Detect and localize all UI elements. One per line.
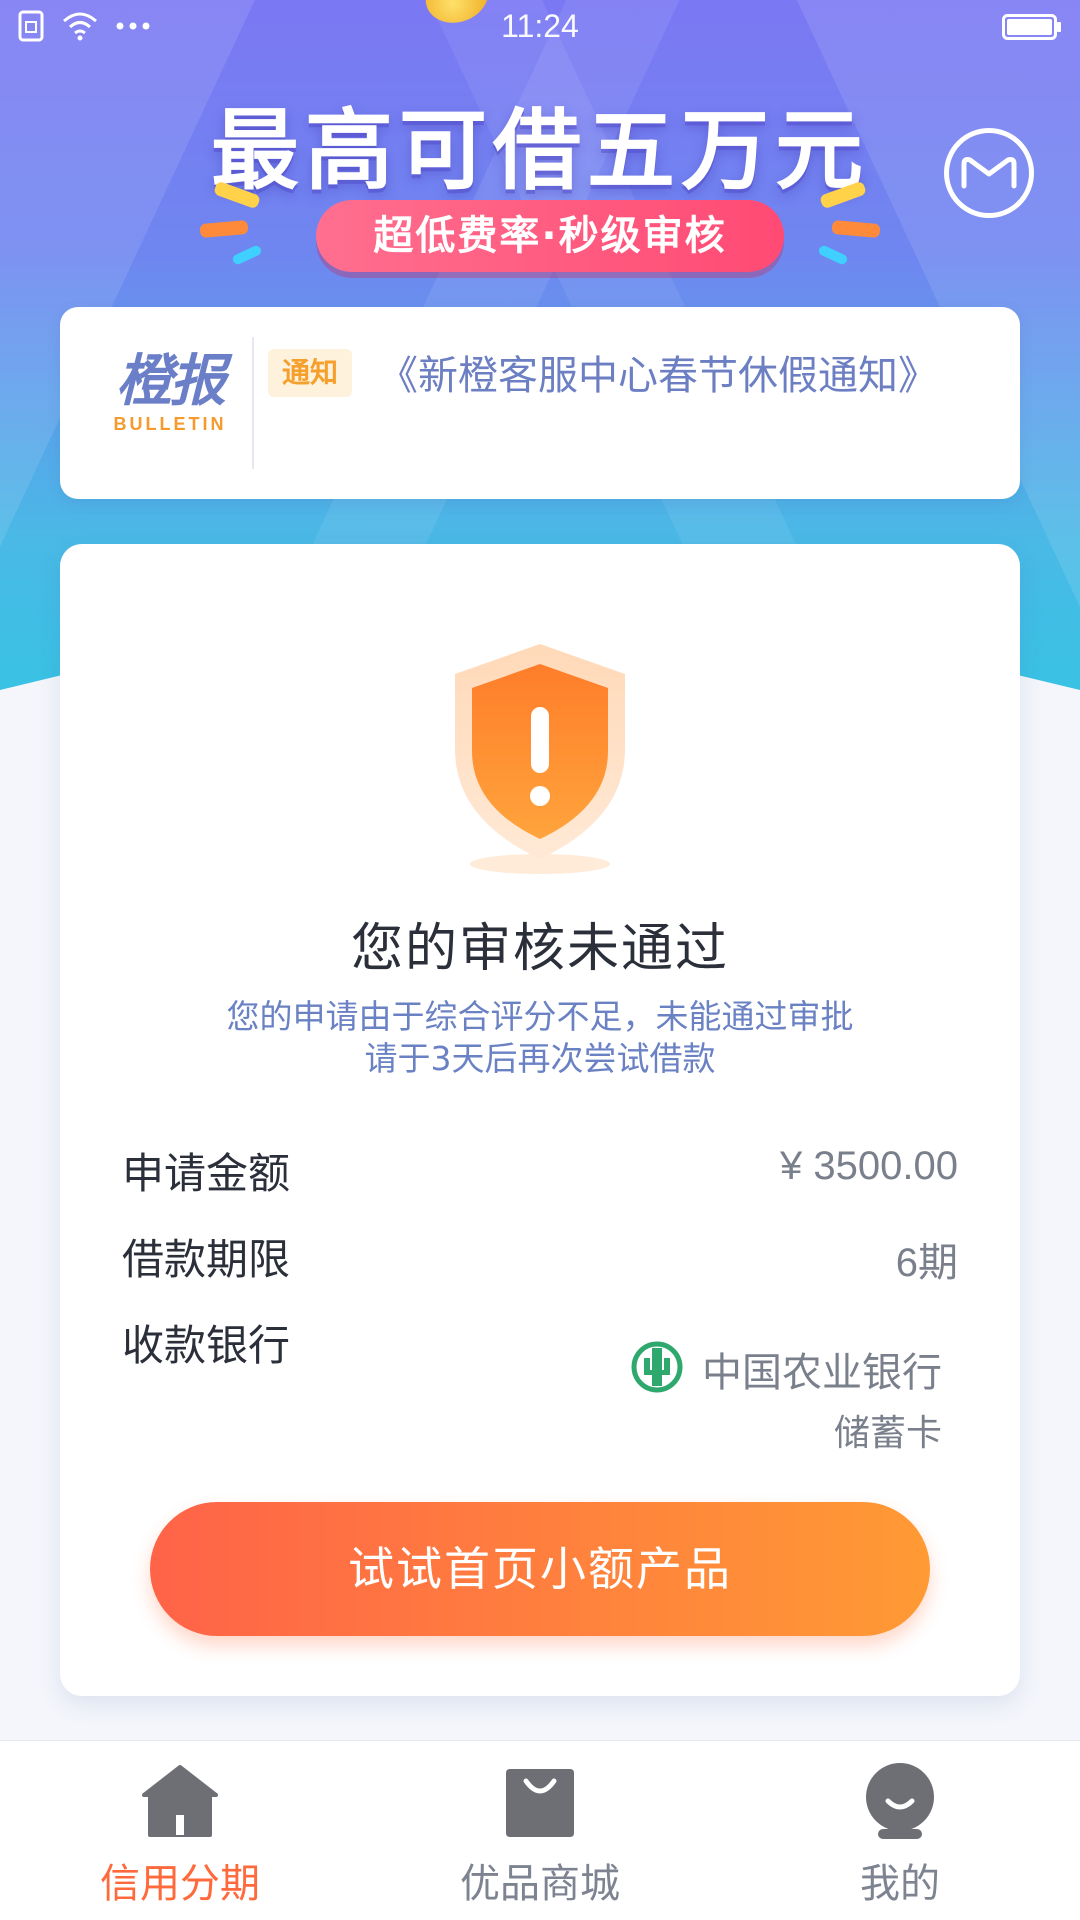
notice-link[interactable]: 《新橙客服中心春节休假通知》 [378,343,938,401]
result-title: 您的审核未通过 [350,919,729,979]
notice-tag: 通知 [268,349,352,397]
bulletin-logo-sub: BULLETIN [113,414,227,434]
hero-title: 最高可借五万元 [210,99,869,202]
bank-label: 收款银行 [122,1321,291,1370]
shield-warning-icon [445,639,635,879]
bulletin-logo: 橙报 BULLETIN [90,352,250,435]
home-icon [142,1765,218,1837]
tab-mall[interactable]: 优品商城 [410,1741,670,1920]
amount-label: 申请金额 [122,1149,291,1198]
bulletin-divider [252,337,254,469]
screen: 11:24 最高可借五万元 超低费率·秒级审核 橙报 BULLETIN 通知 《… [0,0,1080,1920]
profile-icon [866,1763,934,1839]
term-value: 6期 [895,1241,958,1285]
result-desc-line2: 请于3天后再次尝试借款 [364,1039,716,1078]
tab-mall-label: 优品商城 [460,1861,620,1907]
bottom-tab-bar: 信用分期 优品商城 我的 [0,1740,1080,1920]
tab-mine[interactable]: 我的 [770,1741,1030,1920]
shopping-bag-icon [506,1769,574,1837]
tab-credit-installment-label: 信用分期 [100,1861,260,1907]
result-desc-line1: 您的申请由于综合评分不足，未能通过审批 [226,997,854,1036]
result-card: 您的审核未通过 您的申请由于综合评分不足，未能通过审批 请于3天后再次尝试借款 … [60,544,1020,1696]
result-description: 您的申请由于综合评分不足，未能通过审批 请于3天后再次尝试借款 [60,996,1020,1080]
term-label: 借款期限 [122,1235,291,1284]
tab-mine-label: 我的 [860,1861,940,1907]
message-button[interactable] [944,128,1034,218]
try-small-products-button[interactable]: 试试首页小额产品 [150,1502,930,1636]
amount-value: ¥ 3500.00 [780,1144,958,1188]
bulletin-logo-main: 橙报 [116,349,226,414]
hero-subtitle-pill: 超低费率·秒级审核 [316,200,784,272]
battery-icon [1002,14,1062,44]
bank-card-type: 储蓄卡 [833,1413,942,1454]
tab-credit-installment[interactable]: 信用分期 [50,1741,310,1920]
abc-bank-logo [630,1340,684,1394]
bank-name: 中国农业银行 [702,1350,942,1396]
status-time: 11:24 [501,8,579,44]
message-icon [961,157,1017,189]
bulletin-card[interactable]: 橙报 BULLETIN 通知 《新橙客服中心春节休假通知》 [60,307,1020,499]
status-bar: 11:24 [0,0,1080,60]
